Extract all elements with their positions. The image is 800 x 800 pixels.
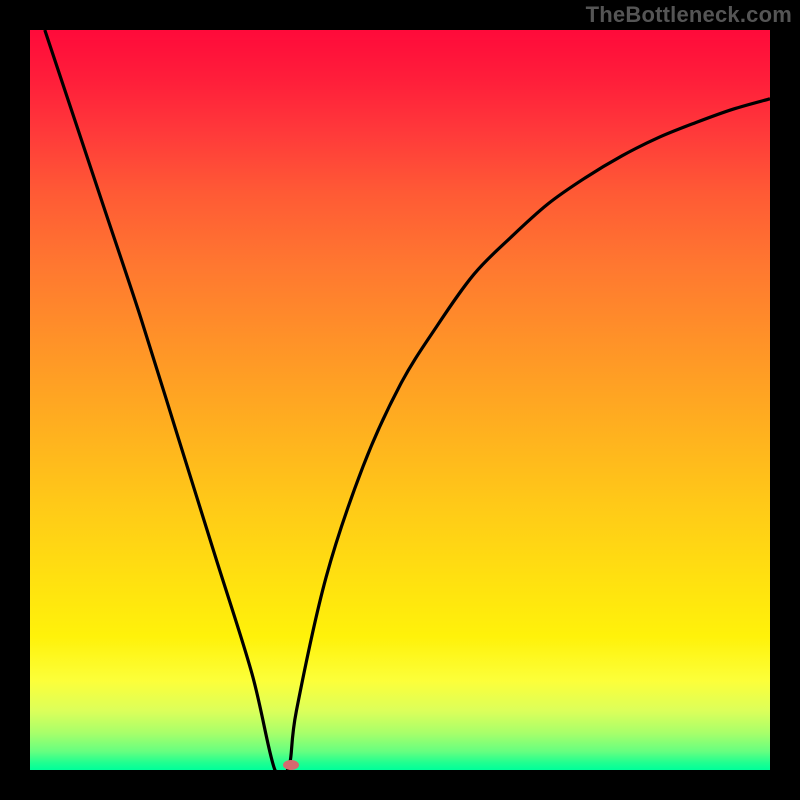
chart-frame: TheBottleneck.com xyxy=(0,0,800,800)
bottleneck-curve xyxy=(30,30,770,770)
watermark-text: TheBottleneck.com xyxy=(586,2,792,28)
minimum-marker xyxy=(283,760,299,770)
curve-path xyxy=(45,30,770,770)
